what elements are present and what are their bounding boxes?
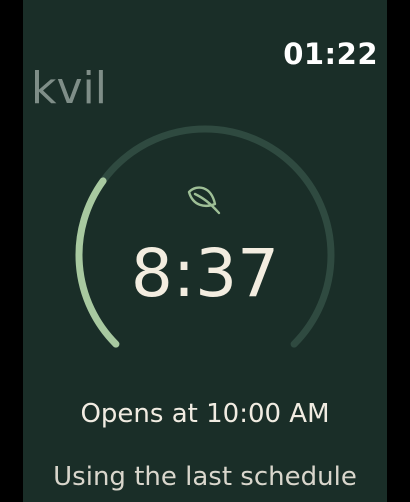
timer-value: 8:37 bbox=[130, 235, 280, 312]
schedule-note: Using the last schedule bbox=[53, 462, 357, 492]
watch-screen: 01:22 kvil 8:37 Opens at 10:00 AM Using … bbox=[23, 0, 387, 502]
opens-at-time: 10:00 AM bbox=[206, 399, 330, 429]
opens-at-text: Opens at 10:00 AM bbox=[23, 396, 387, 432]
opens-at-label: Opens at bbox=[80, 399, 198, 429]
leaf-icon bbox=[185, 182, 221, 216]
